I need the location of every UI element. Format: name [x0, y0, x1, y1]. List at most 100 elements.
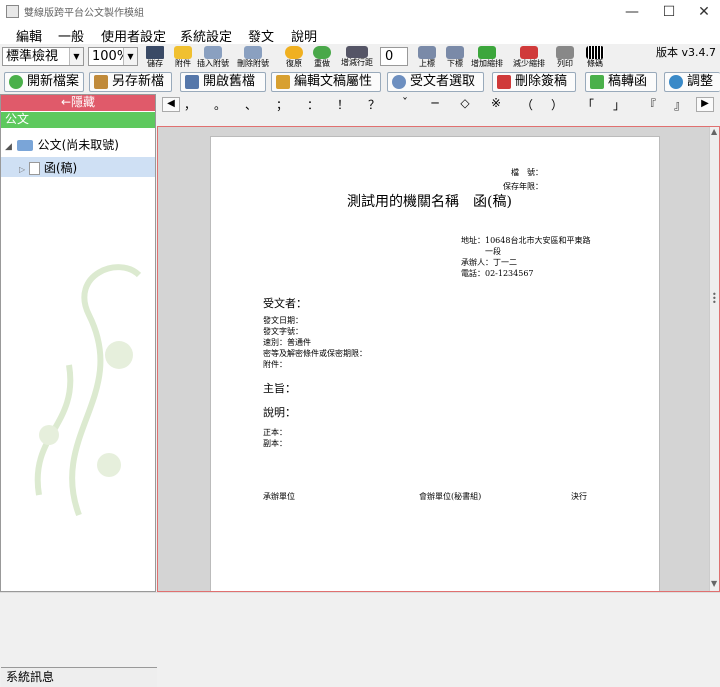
- document-title[interactable]: 測試用的機關名稱 函(稿): [347, 191, 512, 211]
- document-icon: [28, 162, 40, 175]
- globe-icon: [669, 75, 683, 89]
- draft-to-letter-button[interactable]: 稿轉函: [585, 72, 657, 92]
- open-file-button[interactable]: 開啟舊檔: [180, 72, 266, 92]
- folder-icon: [185, 75, 199, 89]
- undo-icon: [285, 46, 303, 59]
- delete-draft-button[interactable]: 刪除簽稿: [492, 72, 576, 92]
- subscript-button[interactable]: 下標: [442, 46, 468, 70]
- save-as-button[interactable]: 另存新檔: [89, 72, 172, 92]
- collapsed-arrow-icon[interactable]: ▷: [19, 165, 25, 174]
- phone-field[interactable]: 電話：02-1234567: [461, 268, 534, 279]
- symbol-period[interactable]: 。: [213, 96, 227, 113]
- symbol-right-white-bracket[interactable]: 』: [673, 96, 687, 113]
- symbol-reference-mark[interactable]: ※: [489, 96, 503, 110]
- splitter-grip-icon[interactable]: • • •: [712, 291, 717, 307]
- menu-help[interactable]: 說明: [291, 26, 317, 45]
- subscript-icon: [446, 46, 464, 59]
- attachment-field[interactable]: 附件：: [263, 359, 287, 370]
- subject-field[interactable]: 主旨：: [263, 380, 296, 396]
- system-messages-panel[interactable]: 系統訊息: [1, 667, 157, 687]
- scroll-up-icon[interactable]: ▲: [711, 127, 717, 136]
- symbol-next-button[interactable]: ▶: [696, 97, 714, 112]
- symbol-left-corner-bracket[interactable]: 「: [581, 96, 595, 113]
- menu-user-settings[interactable]: 使用者設定: [101, 26, 166, 45]
- delete-annex-button[interactable]: 刪除附號: [237, 46, 269, 70]
- print-button[interactable]: 列印: [552, 46, 578, 70]
- explanation-field[interactable]: 說明：: [263, 404, 296, 420]
- address-line-2[interactable]: 一段: [485, 246, 501, 257]
- original-recipient-field[interactable]: 正本：: [263, 427, 287, 438]
- symbol-colon[interactable]: ：: [306, 96, 320, 113]
- indent-decrease-button[interactable]: 減少縮排: [513, 46, 545, 70]
- chevron-down-icon: ▼: [123, 48, 137, 65]
- maximize-button[interactable]: ☐: [651, 0, 687, 24]
- scroll-down-icon[interactable]: ▼: [711, 579, 717, 588]
- indent-left-icon: [520, 46, 538, 59]
- secrecy-field[interactable]: 密等及解密條件或保密期限：: [263, 348, 367, 359]
- symbol-left-white-bracket[interactable]: 『: [643, 96, 657, 113]
- symbol-right-paren[interactable]: ）: [550, 96, 564, 113]
- tab-documents[interactable]: 公文: [1, 112, 155, 128]
- close-button[interactable]: ✕: [686, 0, 720, 24]
- file-number-field[interactable]: 檔 號：: [511, 167, 543, 178]
- vertical-scrollbar[interactable]: ▲ • • • ▼: [709, 127, 719, 591]
- document-page[interactable]: 檔 號： 保存年限： 測試用的機關名稱 函(稿) 地址： 10648台北市大安區…: [210, 136, 660, 591]
- hide-sidebar-button[interactable]: ←隱藏: [1, 95, 155, 111]
- symbol-diamond[interactable]: ◇: [458, 96, 472, 110]
- co-unit-label: 會辦單位(秘書組): [419, 492, 482, 501]
- insert-annex-button[interactable]: 插入附號: [197, 46, 229, 70]
- view-mode-select[interactable]: 標準檢視 ▼: [2, 47, 84, 66]
- speed-field[interactable]: 速別：普通件: [263, 337, 311, 348]
- symbol-question[interactable]: ？: [367, 96, 381, 113]
- symbol-enum-comma[interactable]: 、: [244, 96, 258, 113]
- superscript-icon: [418, 46, 436, 59]
- document-editor[interactable]: 檔 號： 保存年限： 測試用的機關名稱 函(稿) 地址： 10648台北市大安區…: [157, 126, 720, 592]
- tree-item-letter-draft[interactable]: ▷ 函(稿): [1, 157, 155, 177]
- new-file-icon: [9, 75, 23, 89]
- date-field[interactable]: 發文日期：: [263, 315, 303, 326]
- symbol-prev-button[interactable]: ◀: [162, 97, 180, 112]
- tree-item-documents[interactable]: ◢ 公文(尚未取號): [5, 136, 119, 153]
- font-step-spinner[interactable]: 0: [380, 47, 408, 66]
- redo-button[interactable]: 重做: [309, 46, 335, 70]
- delete-lines-icon: [244, 46, 262, 59]
- copy-recipient-field[interactable]: 副本：: [263, 438, 287, 449]
- indent-increase-button[interactable]: 增加縮排: [471, 46, 503, 70]
- minimize-button[interactable]: —: [614, 0, 650, 24]
- symbol-semicolon[interactable]: ；: [275, 96, 289, 113]
- symbol-left-paren[interactable]: （: [520, 96, 534, 113]
- menu-bar: 編輯 一般 使用者設定 系統設定 發文 說明: [0, 24, 720, 45]
- sidebar: ←隱藏 公文 ◢ 公文(尚未取號) ▷ 函(稿) 系統訊息: [0, 94, 157, 687]
- menu-system-settings[interactable]: 系統設定: [180, 26, 232, 45]
- symbol-right-corner-bracket[interactable]: 」: [612, 96, 626, 113]
- symbol-comma[interactable]: ，: [183, 96, 197, 113]
- symbol-exclamation[interactable]: ！: [336, 96, 350, 113]
- title-bar: 雙線版跨平台公文製作模組 — ☐ ✕: [0, 0, 720, 24]
- adjust-button[interactable]: 調整: [664, 72, 720, 92]
- barcode-icon: [586, 46, 604, 59]
- doc-number-field[interactable]: 發文字號：: [263, 326, 303, 337]
- handling-unit-label: 承辦單位: [263, 492, 295, 501]
- symbol-dash[interactable]: ─: [428, 96, 442, 110]
- attachment-button[interactable]: 附件: [170, 46, 196, 70]
- zoom-select[interactable]: 100% ▼: [88, 47, 138, 66]
- edit-properties-button[interactable]: 編輯文稿屬性: [271, 72, 381, 92]
- recipient-field[interactable]: 受文者：: [263, 295, 307, 311]
- indent-right-icon: [478, 46, 496, 59]
- menu-edit[interactable]: 編輯: [16, 26, 42, 45]
- insert-lines-icon: [204, 46, 222, 59]
- line-spacing-button[interactable]: 增減行距: [340, 46, 374, 70]
- expand-arrow-icon[interactable]: ◢: [5, 142, 12, 152]
- pencil-icon: [174, 46, 192, 59]
- menu-general[interactable]: 一般: [58, 26, 84, 45]
- symbol-caron[interactable]: ˇ: [398, 96, 412, 110]
- menu-dispatch[interactable]: 發文: [248, 26, 274, 45]
- barcode-button[interactable]: 條碼: [582, 46, 608, 70]
- edit-icon: [276, 75, 290, 89]
- save-as-icon: [94, 75, 108, 89]
- handler-field[interactable]: 承辦人：丁一二: [461, 257, 517, 268]
- recipient-select-button[interactable]: 受文者選取: [387, 72, 484, 92]
- address-line-1[interactable]: 10648台北市大安區和平東路: [485, 235, 590, 246]
- new-file-button[interactable]: 開新檔案: [4, 72, 84, 92]
- symbol-bar: ◀ ， 。 、 ； ： ！ ？ ˇ ─ ◇ ※ （ ） 「 」 『 』 ▶: [158, 96, 720, 114]
